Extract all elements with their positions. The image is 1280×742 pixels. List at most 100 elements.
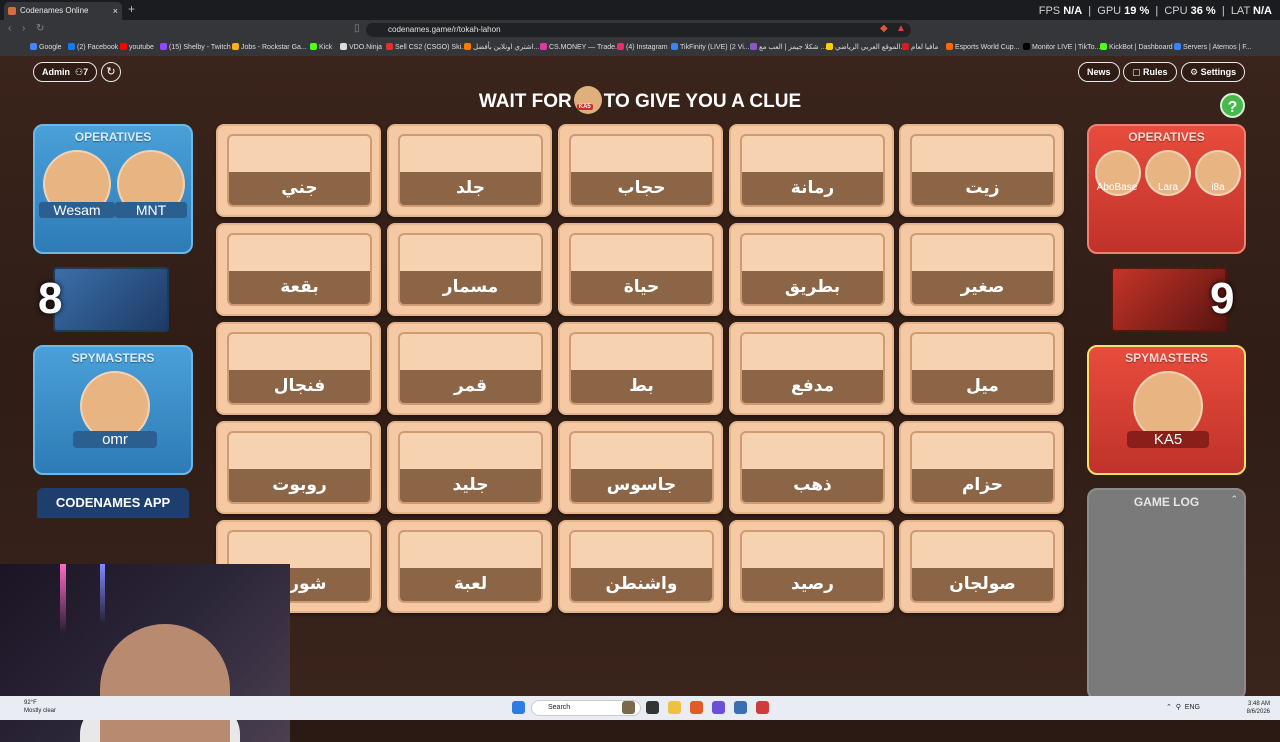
word-card[interactable]: حياة (558, 223, 723, 316)
bookmark-item[interactable]: Monitor LIVE | TikTo... (1023, 41, 1100, 55)
bookmark-item[interactable]: (2) Facebook (68, 41, 118, 55)
card-word: حياة (571, 271, 712, 304)
bookmark-item[interactable]: الموقع العربي الرياضي... (826, 41, 906, 55)
word-card[interactable]: فنجال (216, 322, 381, 415)
word-card[interactable]: حزام (899, 421, 1064, 514)
card-word: بط (571, 370, 712, 403)
bookmark-favicon-icon (902, 43, 909, 50)
red-spymasters-panel[interactable]: SPYMASTERS KA5 (1087, 345, 1246, 475)
back-arrow-icon[interactable]: ‹ (8, 23, 11, 34)
forward-arrow-icon[interactable]: › (22, 23, 25, 34)
blue-spymasters-title: SPYMASTERS (71, 351, 155, 365)
new-tab-button[interactable]: + (128, 2, 135, 16)
word-card[interactable]: لعبة (387, 520, 552, 613)
bookmark-icon[interactable]: ▯ (354, 23, 360, 34)
word-card[interactable]: رصيد (729, 520, 894, 613)
task-view-icon[interactable] (646, 701, 659, 714)
taskbar-app-icon[interactable] (734, 701, 747, 714)
bookmark-label: Kick (319, 44, 333, 51)
word-card[interactable]: زيت (899, 124, 1064, 217)
bookmark-item[interactable]: شكلا جيمز | العب مع ... (750, 41, 826, 55)
bookmark-favicon-icon (671, 43, 678, 50)
obs-icon[interactable] (756, 701, 769, 714)
word-card[interactable]: مسمار (387, 223, 552, 316)
word-card[interactable]: مدفع (729, 322, 894, 415)
bookmark-item[interactable]: مافيا لعام (902, 41, 938, 55)
fps-label: FPS (1038, 5, 1061, 17)
taskbar-app-icon[interactable] (712, 701, 725, 714)
bookmark-item[interactable]: Sell CS2 (CSGO) Ski... (386, 41, 467, 55)
word-card[interactable]: جاسوس (558, 421, 723, 514)
word-card[interactable]: روبوت (216, 421, 381, 514)
bookmark-favicon-icon (826, 43, 833, 50)
card-word: واشنطن (571, 568, 712, 601)
windows-start-icon[interactable] (512, 701, 525, 714)
rules-button[interactable]: ▢ Rules (1123, 62, 1177, 82)
taskbar-clock[interactable]: 3:48 AM 8/6/2026 (1247, 700, 1270, 716)
book-icon: ▢ (1132, 67, 1141, 77)
word-card[interactable]: جلد (387, 124, 552, 217)
bookmark-item[interactable]: Servers | Aternos | F... (1174, 41, 1252, 55)
card-word: مدفع (742, 370, 883, 403)
address-bar[interactable]: codenames.game/r/tokah-lahon (366, 23, 911, 37)
word-card[interactable]: حجاب (558, 124, 723, 217)
brave-rewards-icon[interactable]: ▲ (896, 23, 906, 34)
card-frame: بطريق (740, 233, 885, 306)
bookmark-item[interactable]: Jobs - Rockstar Ga... (232, 41, 307, 55)
bookmark-favicon-icon (750, 43, 757, 50)
tab-close-icon[interactable]: × (113, 2, 118, 20)
game-log-panel[interactable]: GAME LOG ⌃ (1087, 488, 1246, 700)
bookmark-label: مافيا لعام (911, 44, 939, 51)
bookmark-item[interactable]: TikFinity (LIVE) (2 Vi... (671, 41, 750, 55)
reset-game-button[interactable]: ↻ (101, 62, 121, 82)
chevron-up-icon[interactable]: ⌃ (1230, 494, 1238, 505)
word-card[interactable]: قمر (387, 322, 552, 415)
red-operatives-panel[interactable]: OPERATIVES AboBase Lara i8a (1087, 124, 1246, 254)
card-word: قمر (400, 370, 541, 403)
brave-shield-icon[interactable]: ◆ (880, 23, 888, 34)
language-indicator: ENG (1184, 704, 1200, 711)
word-card[interactable]: رمانة (729, 124, 894, 217)
bookmark-label: TikFinity (LIVE) (2 Vi... (680, 44, 750, 51)
word-card[interactable]: جني (216, 124, 381, 217)
word-card[interactable]: بقعة (216, 223, 381, 316)
reload-icon[interactable]: ↻ (36, 23, 44, 34)
bookmark-item[interactable]: Google (30, 41, 62, 55)
admin-button[interactable]: Admin ⚇7 (33, 62, 98, 82)
card-frame: مسمار (398, 233, 543, 306)
word-card[interactable]: جليد (387, 421, 552, 514)
word-card[interactable]: بطريق (729, 223, 894, 316)
news-button[interactable]: News (1078, 62, 1120, 82)
word-card[interactable]: ذهب (729, 421, 894, 514)
bookmark-item[interactable]: youtube (120, 41, 154, 55)
word-card[interactable]: واشنطن (558, 520, 723, 613)
bookmark-item[interactable]: اشتري اونلاين بأفضل... (464, 41, 540, 55)
card-frame: لعبة (398, 530, 543, 603)
bookmark-item[interactable]: KickBot | Dashboard (1100, 41, 1173, 55)
brave-browser-icon[interactable] (690, 701, 703, 714)
word-card[interactable]: بط (558, 322, 723, 415)
blue-spymasters-panel[interactable]: SPYMASTERS omr (33, 345, 193, 475)
bookmark-favicon-icon (946, 43, 953, 50)
bookmark-item[interactable]: Esports World Cup... (946, 41, 1019, 55)
bookmark-item[interactable]: (15) Shelby - Twitch (160, 41, 231, 55)
blue-operatives-panel[interactable]: OPERATIVES Wesam MNT (33, 124, 193, 254)
settings-button[interactable]: ⚙ Settings (1181, 62, 1246, 82)
help-button[interactable]: ? (1220, 93, 1245, 118)
tab-codenames[interactable]: Codenames Online × (4, 2, 122, 20)
word-card[interactable]: ميل (899, 322, 1064, 415)
bookmark-item[interactable]: (4) Instagram (617, 41, 668, 55)
bookmark-item[interactable]: CS.MONEY — Trade... (540, 41, 621, 55)
word-card[interactable]: صغير (899, 223, 1064, 316)
bookmark-item[interactable]: VDO.Ninja (340, 41, 382, 55)
card-word: جاسوس (571, 469, 712, 502)
file-explorer-icon[interactable] (668, 701, 681, 714)
word-card[interactable]: صولجان (899, 520, 1064, 613)
weather-widget[interactable]: 92°F Mostly clear (24, 699, 56, 715)
taskbar-app-icon[interactable] (622, 701, 635, 714)
bookmark-item[interactable]: Kick (310, 41, 332, 55)
card-frame: جليد (398, 431, 543, 504)
spymaster-avatar-mini: KA5 (573, 86, 602, 114)
system-tray[interactable]: ⌃ ⚲ ENG (1166, 703, 1200, 711)
codenames-app-banner[interactable]: CODENAMES APP (37, 488, 189, 518)
